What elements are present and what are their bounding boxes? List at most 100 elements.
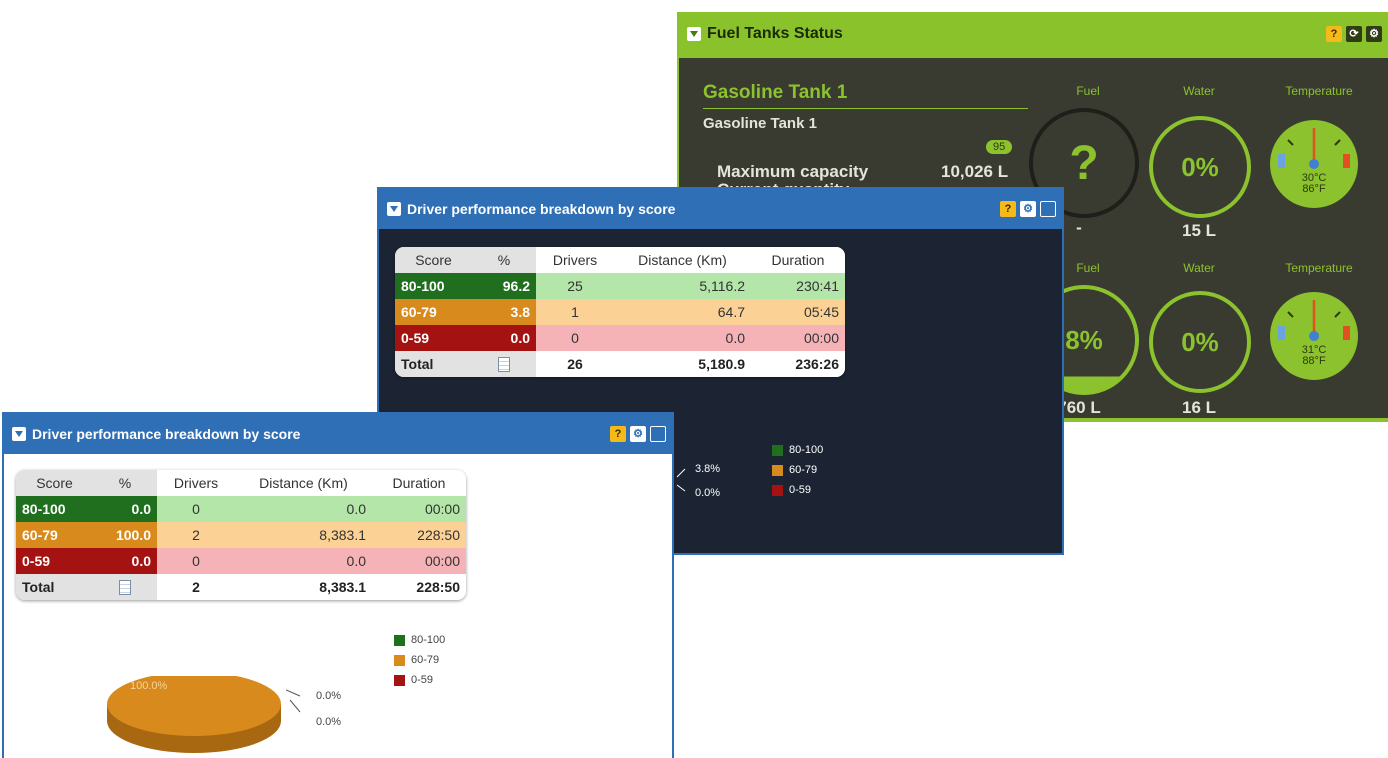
duration-cell: 00:00 [372,548,466,574]
collapse-icon[interactable] [12,427,26,441]
refresh-icon[interactable]: ⟳ [1346,26,1362,42]
total-duration: 228:50 [372,574,466,600]
total-label: Total [395,351,472,377]
drivers-header: Drivers [536,247,614,273]
gear-icon[interactable]: ⚙ [1020,201,1036,217]
distance-cell: 64.7 [614,299,751,325]
table-row[interactable]: 60-79 100.0 2 8,383.1 228:50 [16,522,466,548]
pct-cell: 0.0 [93,548,157,574]
pie-leader-lines [286,689,301,713]
duration-header: Duration [751,247,845,273]
table-row[interactable]: 60-79 3.8 1 64.7 05:45 [395,299,845,325]
temp-f: 86°F [1302,183,1326,195]
collapse-icon[interactable] [687,27,701,41]
total-row: Total 2 8,383.1 228:50 [16,574,466,600]
drivers-cell: 2 [157,522,235,548]
pie-label: 0.0% [316,716,342,728]
legend-label: 60-79 [411,654,440,666]
pct-cell: 0.0 [472,325,536,351]
export-cell [93,574,157,600]
export-cell [472,351,536,377]
pct-cell: 96.2 [472,273,536,299]
front-widget-content: Score % Drivers Distance (Km) Duration 8… [4,454,672,758]
fuel-widget-title: Fuel Tanks Status [707,25,843,42]
drivers-cell: 25 [536,273,614,299]
score-cell: 0-59 [395,325,472,351]
water-gauge-2-value: 0% [1181,326,1219,357]
total-row: Total 26 5,180.9 236:26 [395,351,845,377]
pct-cell: 100.0 [93,522,157,548]
total-duration: 236:26 [751,351,845,377]
tank-name: Gasoline Tank 1 [703,82,848,103]
water-value: 15 L [1181,221,1217,240]
legend-item[interactable]: 0-59 [394,670,445,690]
total-drivers: 26 [536,351,614,377]
window-icon[interactable] [1040,201,1056,217]
score-table: Score % Drivers Distance (Km) Duration 8… [16,470,466,600]
fuel-widget-header: Fuel Tanks Status ? ⟳ ⚙ [677,12,1388,56]
help-icon[interactable]: ? [1326,26,1342,42]
score-cell: 80-100 [16,496,93,522]
window-icon[interactable] [650,426,666,442]
legend-item[interactable]: 0-59 [772,480,823,500]
legend-swatch [772,464,783,476]
legend-label: 0-59 [789,484,812,496]
distance-cell: 5,116.2 [614,273,751,299]
drivers-cell: 0 [157,496,235,522]
legend-label: 60-79 [789,464,818,476]
distance-header: Distance (Km) [614,247,751,273]
water-column-header: Water [1183,84,1215,98]
temperature-column-header-2: Temperature [1285,261,1353,275]
legend-item[interactable]: 80-100 [772,440,823,460]
water-gauge: 0% [1149,116,1251,218]
legend-item[interactable]: 60-79 [772,460,823,480]
distance-cell: 8,383.1 [235,522,372,548]
drivers-cell: 1 [536,299,614,325]
pie-label: 0.0% [316,690,342,702]
score-header: Score [16,470,93,496]
collapse-icon[interactable] [387,202,401,216]
water-value-2: 16 L [1181,398,1217,417]
document-icon[interactable] [119,580,131,596]
front-widget-title: Driver performance breakdown by score [32,426,301,442]
chart-legend: 80-100 60-79 0-59 [394,630,445,690]
table-row[interactable]: 0-59 0.0 0 0.0 00:00 [16,548,466,574]
score-header: Score [395,247,472,273]
tank-subtitle: Gasoline Tank 1 [703,115,817,132]
legend-label: 80-100 [411,634,446,646]
table-row[interactable]: 0-59 0.0 0 0.0 00:00 [395,325,845,351]
temperature-gauge-2: 31°C 88°F [1270,292,1358,380]
gear-icon[interactable]: ⚙ [1366,26,1382,42]
pie-label: 3.8% [695,463,721,475]
legend-item[interactable]: 80-100 [394,630,445,650]
help-icon[interactable]: ? [610,426,626,442]
pct-cell: 3.8 [472,299,536,325]
pie-center-label: 100.0% [130,680,168,692]
capacity-label: Maximum capacity [717,162,869,181]
temperature-column-header: Temperature [1285,84,1353,98]
score-cell: 60-79 [395,299,472,325]
total-label: Total [16,574,93,600]
legend-swatch [772,484,783,496]
drivers-header: Drivers [157,470,235,496]
table-row[interactable]: 80-100 0.0 0 0.0 00:00 [16,496,466,522]
duration-cell: 00:00 [751,325,845,351]
gear-icon[interactable]: ⚙ [630,426,646,442]
total-distance: 5,180.9 [614,351,751,377]
distance-header: Distance (Km) [235,470,372,496]
total-distance: 8,383.1 [235,574,372,600]
document-icon[interactable] [498,357,510,373]
score-table: Score % Drivers Distance (Km) Duration 8… [395,247,845,377]
temperature-gauge: 30°C 86°F [1270,120,1358,208]
duration-cell: 228:50 [372,522,466,548]
legend-item[interactable]: 60-79 [394,650,445,670]
table-row[interactable]: 80-100 96.2 25 5,116.2 230:41 [395,273,845,299]
score-cell: 0-59 [16,548,93,574]
fuel-gauge-2-value: 8% [1065,324,1103,355]
drivers-cell: 0 [157,548,235,574]
duration-cell: 05:45 [751,299,845,325]
total-drivers: 2 [157,574,235,600]
score-cell: 80-100 [395,273,472,299]
water-gauge-2: 0% [1149,291,1251,393]
help-icon[interactable]: ? [1000,201,1016,217]
